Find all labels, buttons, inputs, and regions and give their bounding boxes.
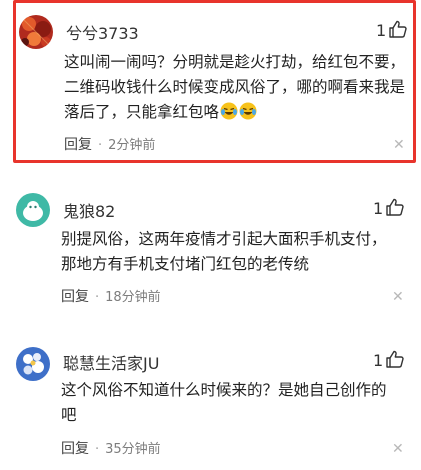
timestamp: 2分钟前 <box>108 138 156 153</box>
comment-list: 兮兮3733 1 这叫闹一闹吗？分明就是趁火打劫，给红包不要，二维码收钱什么时候… <box>0 0 421 470</box>
comment-meta: 回复 · 2分钟前 <box>64 134 155 154</box>
reply-button[interactable]: 回复 <box>64 137 92 153</box>
crying-laughing-emoji <box>220 102 238 120</box>
comment-text: 这个风俗不知道什么时候来的？是她自己创作的吧 <box>61 381 387 424</box>
thumbs-up-icon[interactable] <box>385 197 405 217</box>
crying-laughing-emoji <box>239 102 257 120</box>
timestamp: 18分钟前 <box>105 290 161 305</box>
username[interactable]: 兮兮3733 <box>66 20 139 44</box>
close-icon[interactable]: ✕ <box>392 442 404 456</box>
comment-text: 这叫闹一闹吗？分明就是趁火打劫，给红包不要，二维码收钱什么时候变成风俗了，哪的啊… <box>64 50 406 125</box>
close-icon[interactable]: ✕ <box>392 290 404 304</box>
timestamp: 35分钟前 <box>105 442 161 457</box>
avatar[interactable] <box>19 15 53 49</box>
like-count: 1 <box>373 199 384 218</box>
comment-item: 鬼狼82 1 别提风俗，这两年疫情才引起大面积手机支付，那地方有手机支付堵门红包… <box>0 176 421 316</box>
like-count: 1 <box>373 351 384 370</box>
thumbs-up-icon[interactable] <box>388 19 408 39</box>
avatar[interactable] <box>16 347 50 381</box>
username[interactable]: 鬼狼82 <box>63 198 115 222</box>
separator-dot: · <box>95 290 100 305</box>
comment-meta: 回复 · 35分钟前 <box>61 438 161 458</box>
reply-button[interactable]: 回复 <box>61 289 89 305</box>
close-icon[interactable]: ✕ <box>393 138 405 152</box>
like-count: 1 <box>376 21 387 40</box>
comment-item-highlighted: 兮兮3733 1 这叫闹一闹吗？分明就是趁火打劫，给红包不要，二维码收钱什么时候… <box>13 0 416 163</box>
comment-item: 聪慧生活家JU 1 这个风俗不知道什么时候来的？是她自己创作的吧 回复 · 35分钟… <box>0 330 421 470</box>
comment-text: 别提风俗，这两年疫情才引起大面积手机支付，那地方有手机支付堵门红包的老传统 <box>61 230 387 273</box>
comment-meta: 回复 · 18分钟前 <box>61 286 161 306</box>
avatar[interactable] <box>16 193 50 227</box>
thumbs-up-icon[interactable] <box>385 349 405 369</box>
separator-dot: · <box>98 138 103 153</box>
username[interactable]: 聪慧生活家JU <box>63 350 159 374</box>
reply-button[interactable]: 回复 <box>61 441 89 457</box>
separator-dot: · <box>95 442 100 457</box>
